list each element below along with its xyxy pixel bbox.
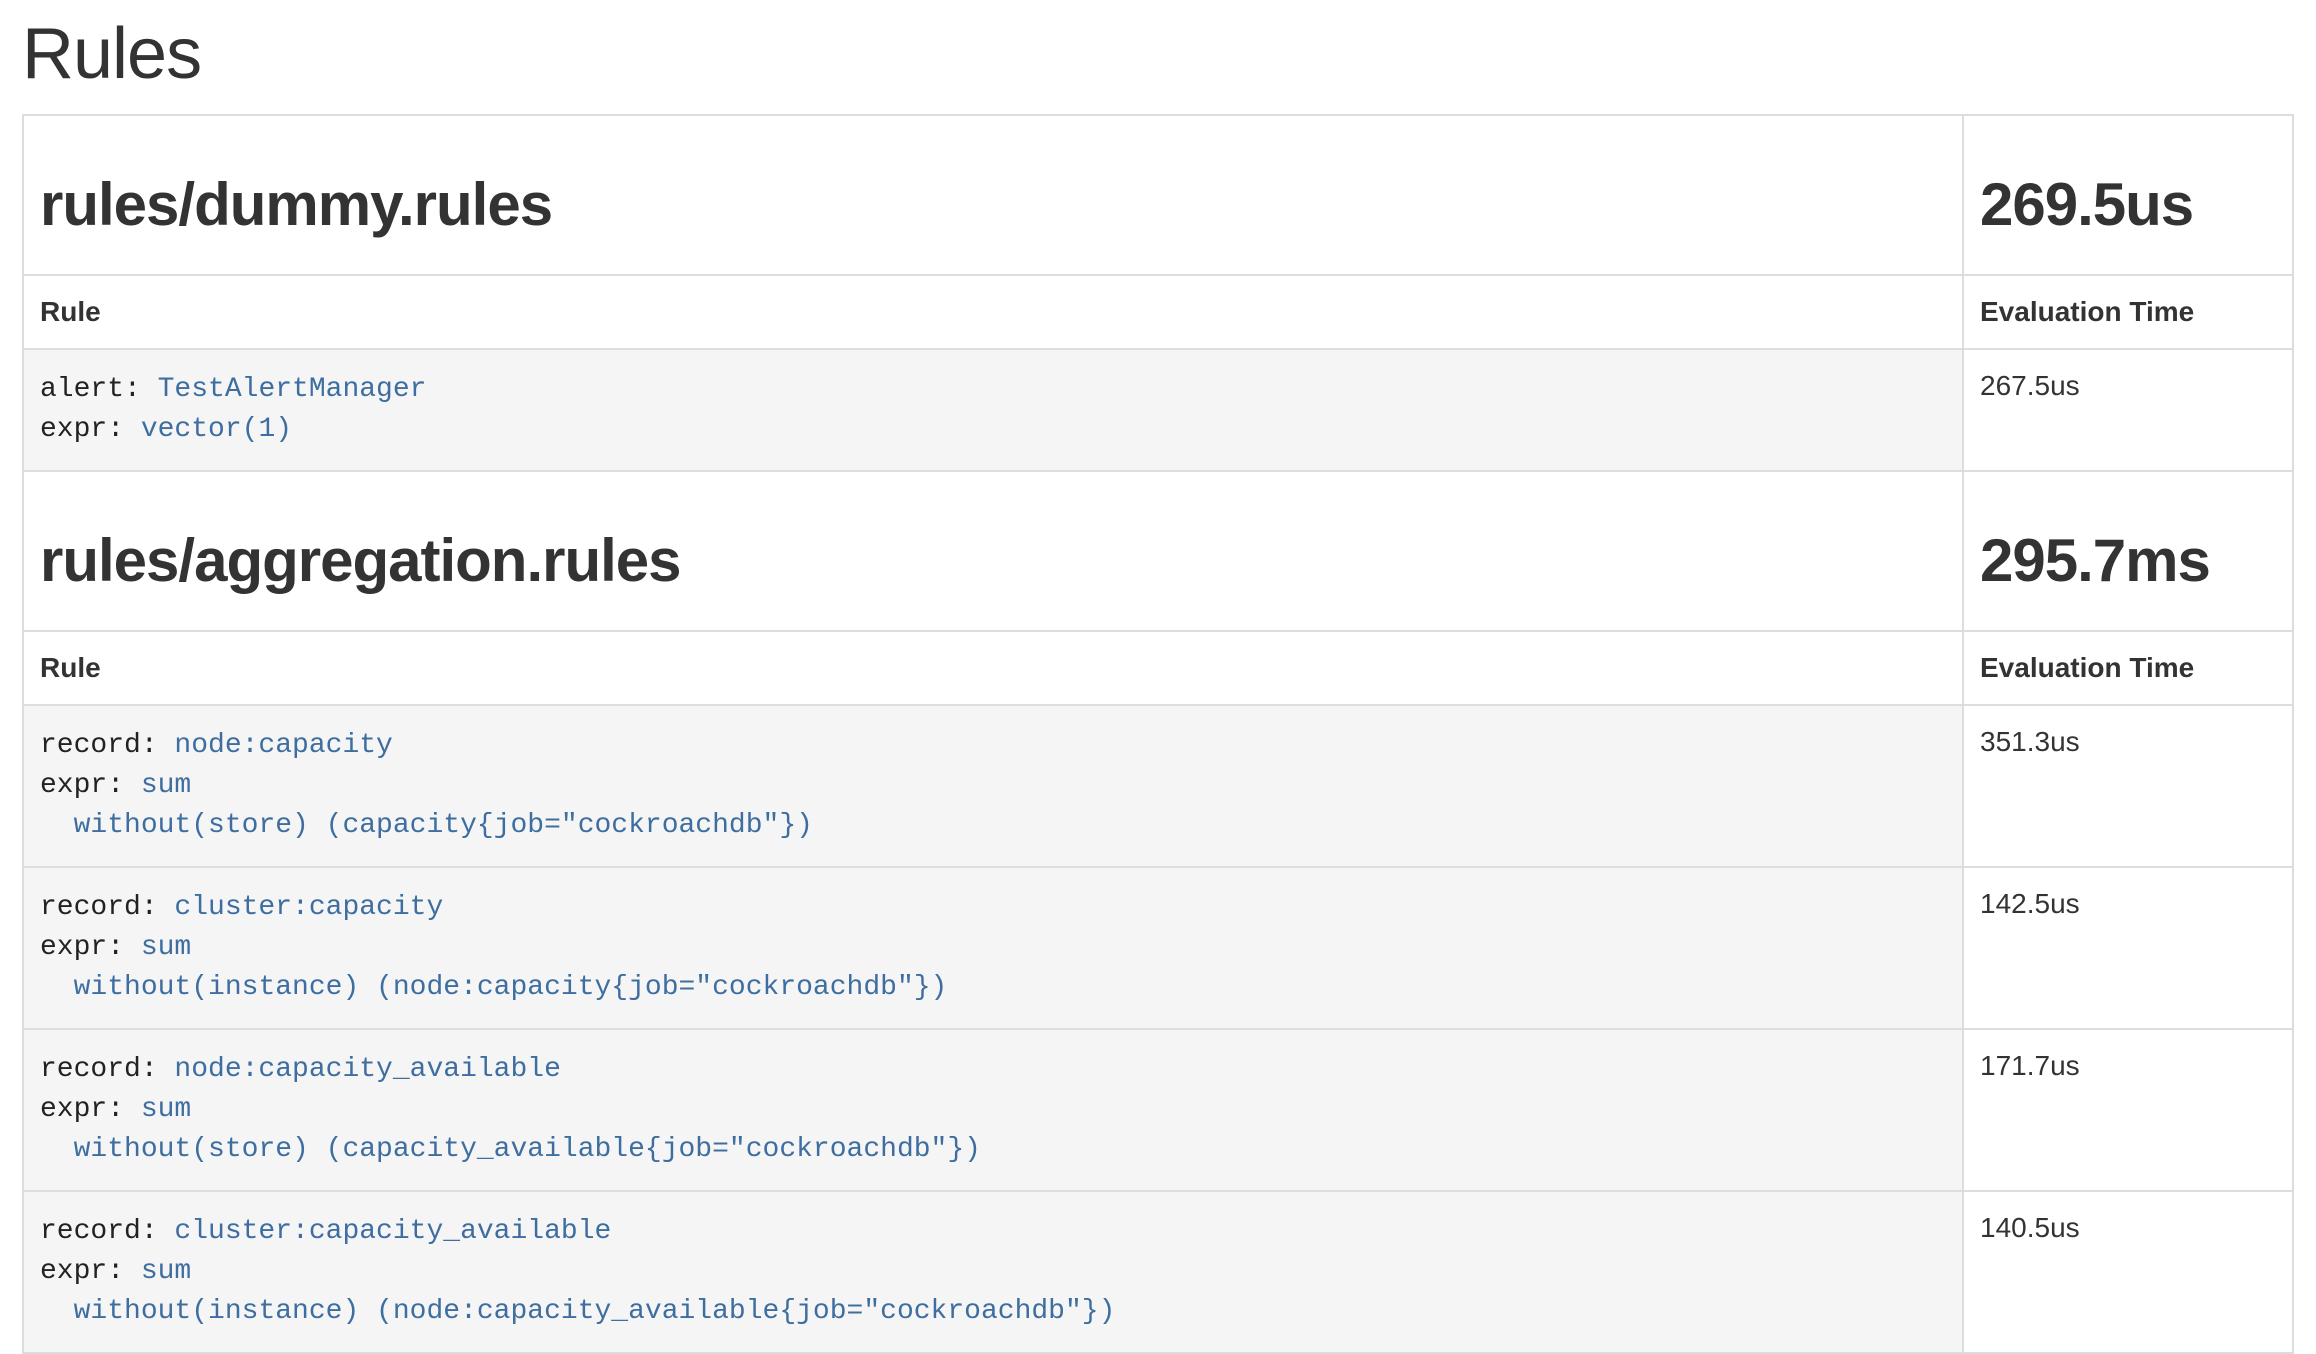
rule-code: record: node:capacity expr: sum without(… (40, 726, 1946, 846)
rule-key-text: record: (40, 892, 174, 923)
rule-cell: record: cluster:capacity_available expr:… (23, 1191, 1963, 1353)
page-title: Rules (22, 16, 2294, 94)
rule-code: alert: TestAlertManager expr: vector(1) (40, 370, 1946, 450)
eval-time-value: 351.3us (1963, 705, 2293, 867)
column-header-eval: Evaluation Time (1963, 275, 2293, 349)
rule-code: record: cluster:capacity_available expr:… (40, 1212, 1946, 1332)
group-name-cell: rules/dummy.rules (23, 115, 1963, 275)
column-header-eval: Evaluation Time (1963, 631, 2293, 705)
rule-row: record: node:capacity expr: sum without(… (23, 705, 2293, 867)
group-header-row: rules/dummy.rules 269.5us (23, 115, 2293, 275)
group-name-cell: rules/aggregation.rules (23, 471, 1963, 631)
rule-key-text: expr: (40, 1094, 141, 1125)
column-header-rule: Rule (23, 631, 1963, 705)
group-eval-total: 269.5us (1980, 172, 2276, 238)
group-eval-cell: 269.5us (1963, 115, 2293, 275)
rule-cell: record: node:capacity expr: sum without(… (23, 705, 1963, 867)
rule-row: alert: TestAlertManager expr: vector(1)2… (23, 349, 2293, 471)
group-eval-total: 295.7ms (1980, 528, 2276, 594)
eval-time-value: 142.5us (1963, 867, 2293, 1029)
eval-time-value: 140.5us (1963, 1191, 2293, 1353)
rule-row: record: cluster:capacity_available expr:… (23, 1191, 2293, 1353)
rules-page: Rules rules/dummy.rules269.5usRuleEvalua… (0, 16, 2316, 1354)
rule-key-text: record: (40, 1216, 174, 1247)
rule-link[interactable]: cluster:capacity (174, 892, 443, 923)
column-header-rule: Rule (23, 275, 1963, 349)
rule-link[interactable]: TestAlertManager (158, 374, 427, 405)
rule-key-text: expr: (40, 770, 141, 801)
eval-time-value: 171.7us (1963, 1029, 2293, 1191)
group-file-name: rules/aggregation.rules (40, 528, 1946, 594)
rule-link[interactable]: node:capacity_available (174, 1054, 560, 1085)
group-header-row: rules/aggregation.rules 295.7ms (23, 471, 2293, 631)
rule-key-text: expr: (40, 1256, 141, 1287)
rule-key-text: expr: (40, 414, 141, 445)
rule-cell: alert: TestAlertManager expr: vector(1) (23, 349, 1963, 471)
rule-key-text: expr: (40, 932, 141, 963)
rules-table: rules/dummy.rules269.5usRuleEvaluation T… (22, 114, 2294, 1354)
rule-code: record: node:capacity_available expr: su… (40, 1050, 1946, 1170)
rule-link[interactable]: node:capacity (174, 730, 392, 761)
rule-key-text: record: (40, 730, 174, 761)
rules-table-body: rules/dummy.rules269.5usRuleEvaluation T… (23, 115, 2293, 1353)
rule-link[interactable]: sum without(store) (capacity_available{j… (40, 1094, 981, 1165)
eval-time-value: 267.5us (1963, 349, 2293, 471)
rule-link[interactable]: sum without(instance) (node:capacity{job… (40, 932, 947, 1003)
rule-link[interactable]: sum without(instance) (node:capacity_ava… (40, 1256, 1115, 1327)
rule-link[interactable]: cluster:capacity_available (174, 1216, 611, 1247)
rule-row: record: cluster:capacity expr: sum witho… (23, 867, 2293, 1029)
rule-link[interactable]: vector(1) (141, 414, 292, 445)
column-header-row: RuleEvaluation Time (23, 631, 2293, 705)
group-eval-cell: 295.7ms (1963, 471, 2293, 631)
rule-cell: record: cluster:capacity expr: sum witho… (23, 867, 1963, 1029)
group-file-name: rules/dummy.rules (40, 172, 1946, 238)
rule-cell: record: node:capacity_available expr: su… (23, 1029, 1963, 1191)
rule-row: record: node:capacity_available expr: su… (23, 1029, 2293, 1191)
rule-code: record: cluster:capacity expr: sum witho… (40, 888, 1946, 1008)
rule-key-text: alert: (40, 374, 158, 405)
column-header-row: RuleEvaluation Time (23, 275, 2293, 349)
rule-key-text: record: (40, 1054, 174, 1085)
rule-link[interactable]: sum without(store) (capacity{job="cockro… (40, 770, 813, 841)
